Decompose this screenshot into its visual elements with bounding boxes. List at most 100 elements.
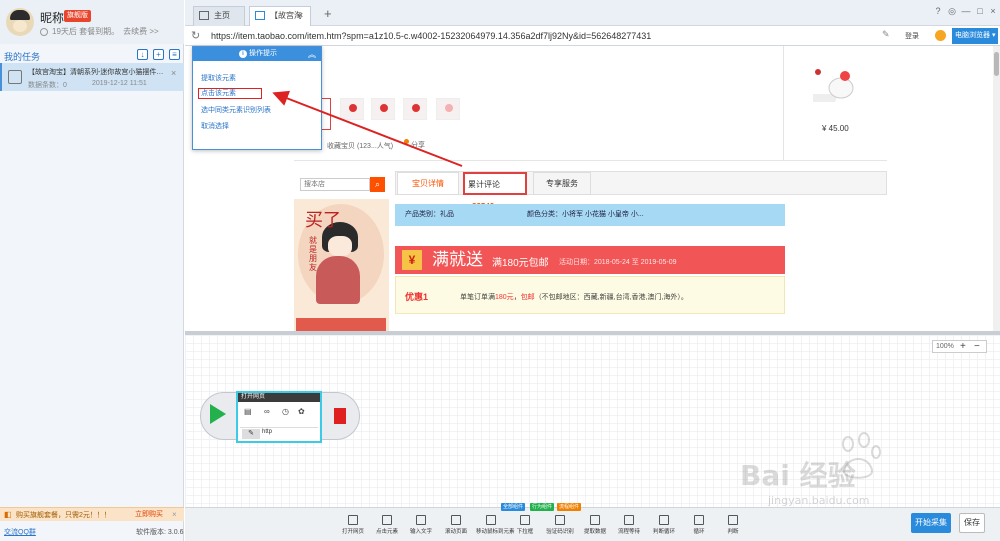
refresh-icon[interactable]: ↻ — [191, 29, 200, 42]
tab-service[interactable]: 专享服务 — [533, 172, 591, 195]
settings-icon[interactable]: ◎ — [947, 6, 957, 16]
tool-wait[interactable]: 流程等待 — [614, 515, 644, 539]
zoom-control: 100% + − — [932, 340, 987, 353]
promo-bar: ◧ 购买旗舰套餐，只需2元！！！ 立即购买 × — [0, 507, 184, 521]
login-link[interactable]: 登录 — [905, 31, 919, 41]
tool-open-webpage[interactable]: 打开网页 — [338, 515, 368, 539]
buy-now-button[interactable]: 立即购买 — [135, 509, 163, 519]
cursor-icon — [382, 515, 392, 525]
renew-link[interactable]: 去续费 >> — [123, 26, 159, 37]
product-image[interactable] — [813, 64, 863, 114]
edit-icon[interactable]: ✎ — [242, 429, 260, 439]
url-input[interactable] — [211, 29, 891, 43]
share-link[interactable]: 分享 — [411, 140, 425, 150]
loop-condition-icon — [659, 515, 669, 525]
collapse-icon[interactable]: ︽ — [308, 48, 316, 62]
page-icon — [255, 11, 265, 20]
tool-click-element[interactable]: 点击元素 — [372, 515, 402, 539]
zoom-in-button[interactable]: + — [960, 341, 966, 353]
browser-mode-label: 电脑浏览器 — [955, 32, 990, 39]
minimize-button[interactable]: — — [961, 6, 971, 16]
tool-captcha[interactable]: 验证码识别 — [545, 515, 575, 539]
tab-product-detail[interactable]: 宝贝详情 — [397, 172, 459, 195]
thumbnail[interactable] — [436, 98, 460, 120]
tab-flow-components[interactable]: 流程组件 — [557, 503, 582, 511]
attr-color: 颜色分类：小将军 小花猫 小皇帝 小... — [527, 211, 644, 218]
save-button[interactable]: 保存 — [959, 513, 985, 533]
new-task-icon[interactable]: + — [153, 49, 164, 60]
tool-condition[interactable]: 判断 — [718, 515, 748, 539]
scrollbar-thumb[interactable] — [994, 52, 999, 76]
scrollbar[interactable] — [993, 46, 1000, 331]
tool-scroll-page[interactable]: 滚动页面 — [441, 515, 471, 539]
tool-extract-data[interactable]: 提取数据 — [580, 515, 610, 539]
offer-label: 优惠1 — [405, 292, 429, 302]
settings-icon[interactable]: ▤ — [244, 407, 252, 416]
search-icon[interactable]: ⌕ — [370, 177, 385, 192]
zoom-level: 100% — [936, 343, 954, 350]
zoom-out-button[interactable]: − — [974, 341, 980, 353]
gear-icon[interactable]: ✿ — [298, 407, 305, 416]
watermark-url: jingyan.baidu.com — [768, 494, 870, 507]
maximize-button[interactable]: □ — [975, 6, 985, 16]
select-similar-option[interactable]: 选中同类元素识别列表 — [201, 105, 271, 115]
tool-hover-element[interactable]: 移动鼠标到元素 — [476, 515, 515, 539]
avatar[interactable] — [6, 8, 34, 36]
close-icon[interactable]: × — [171, 68, 176, 78]
mouse-icon — [486, 515, 496, 525]
extract-element-option[interactable]: 提取该元素 — [201, 73, 236, 83]
click-element-option[interactable]: 点击该元素 — [198, 88, 262, 99]
tab-all-components[interactable]: 全部组件 — [501, 503, 526, 511]
stop-icon[interactable] — [334, 408, 346, 424]
start-collect-button[interactable]: 开始采集 — [911, 513, 951, 533]
promotion-subtitle: 满180元包邮 — [492, 258, 549, 269]
close-icon[interactable]: × — [172, 510, 177, 519]
thumbnail[interactable] — [371, 98, 395, 120]
calligraphy-subtitle: 就是朋友 — [309, 236, 317, 272]
tool-loop[interactable]: 循环 — [684, 515, 714, 539]
wait-icon — [624, 515, 634, 525]
close-tab-icon[interactable]: × — [298, 10, 303, 20]
tool-conditional-loop[interactable]: 判断循环 — [649, 515, 679, 539]
user-profile: 昵称 旗舰版 19天后 套餐到期。 去续费 >> — [0, 0, 184, 44]
tool-label: 验证码识别 — [546, 529, 574, 535]
edit-icon[interactable]: ✎ — [882, 29, 890, 40]
cancel-selection-option[interactable]: 取消选择 — [201, 121, 229, 131]
link-icon[interactable]: ∞ — [264, 407, 270, 416]
divider — [294, 160, 887, 161]
task-item[interactable]: 【故宫淘宝】清朝系列-迷你故宫小猫摆件… 数据条数：0 2019-12-12 1… — [0, 63, 184, 91]
export-task-icon[interactable]: ≡ — [169, 49, 180, 60]
browser-mode-dropdown[interactable]: 电脑浏览器 ▾ — [952, 28, 998, 44]
reviews-label: 累计评论 — [468, 180, 500, 189]
popup-title: 操作提示 — [249, 50, 277, 57]
tool-label: 点击元素 — [375, 529, 398, 535]
offer-text-suffix: （不包邮地区：西藏,新疆,台湾,香港,澳门,海外）。 — [534, 294, 688, 301]
tab-home[interactable]: 主页 — [193, 6, 245, 26]
clock-icon[interactable]: ◷ — [282, 407, 289, 416]
play-icon[interactable] — [210, 404, 226, 424]
portrait-face — [328, 236, 352, 256]
new-tab-button[interactable]: + — [324, 6, 332, 21]
expiry-text: 19天后 套餐到期。 — [52, 27, 120, 36]
user-nickname: 昵称 — [40, 11, 65, 25]
vip-badge: 旗舰版 — [64, 10, 91, 22]
help-icon[interactable]: ? — [933, 6, 943, 16]
product-price: ¥ 45.00 — [822, 124, 849, 133]
tool-input-text[interactable]: 输入文字 — [406, 515, 436, 539]
divider — [783, 46, 784, 160]
shop-search-input[interactable] — [300, 178, 370, 191]
tab-action-components[interactable]: 行为组件 — [530, 503, 555, 511]
tool-dropdown[interactable]: 下拉框 — [510, 515, 540, 539]
browser-tab-bar: 主页 【故宫淘宝... × + ? ◎ — □ × — [185, 0, 1000, 38]
attr-category: 产品类别：礼品 — [405, 211, 454, 218]
tab-reviews[interactable]: 累计评论82542 — [463, 172, 527, 211]
thumbnail[interactable] — [403, 98, 427, 120]
favorite-link[interactable]: 收藏宝贝 (123...人气) — [327, 141, 393, 151]
notification-icon[interactable] — [935, 30, 946, 41]
close-window-button[interactable]: × — [988, 6, 998, 16]
text-icon — [416, 515, 426, 525]
thumbnail[interactable] — [340, 98, 364, 120]
import-task-icon[interactable]: ↓ — [137, 49, 148, 60]
open-webpage-step[interactable]: 打开网页 ▤ ∞ ◷ ✿ ✎ http — [236, 391, 322, 443]
qq-group-link[interactable]: 交流QQ群 — [4, 527, 36, 537]
